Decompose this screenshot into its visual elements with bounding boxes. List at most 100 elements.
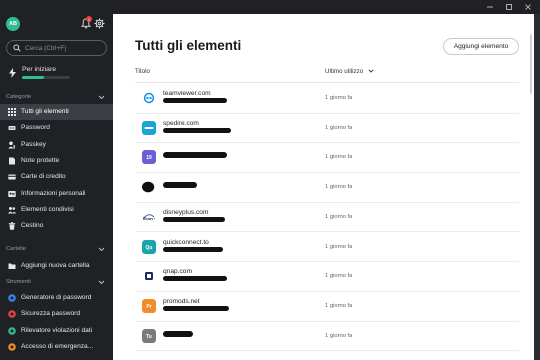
item-name: quickconnect.to xyxy=(163,238,209,246)
page-title: Tutti gli elementi xyxy=(135,38,242,53)
logo-text: Qu xyxy=(146,245,153,251)
redacted-username xyxy=(163,330,193,337)
credit-card-icon xyxy=(8,174,16,180)
note-icon xyxy=(9,157,15,165)
sidebar-item-label: Password xyxy=(21,124,50,132)
header-divider xyxy=(135,82,519,83)
item-last-used: 1 giorno fa xyxy=(325,273,353,280)
folder-add-icon xyxy=(8,263,16,269)
categories-header[interactable]: Categorie xyxy=(6,94,105,104)
tool-item-label: Sicurezza password xyxy=(21,310,81,318)
list-item[interactable]: Tu 1 giorno fa xyxy=(135,322,519,352)
item-logo xyxy=(142,120,156,135)
item-name: disneyplus.com xyxy=(163,208,209,216)
item-last-used: 1 giorno fa xyxy=(325,154,353,161)
folders-header-label: Cartelle xyxy=(6,246,26,252)
close-icon[interactable] xyxy=(524,3,532,11)
minimize-icon[interactable] xyxy=(486,3,494,11)
chevron-down-icon xyxy=(98,95,105,100)
sidebar-item-carte-di-credito[interactable]: Carte di credito xyxy=(0,169,113,185)
list-item[interactable]: 19 1 giorno fa xyxy=(135,143,519,174)
tools-header[interactable]: Strumenti xyxy=(6,279,105,289)
tool-item-sicurezza-password[interactable]: Sicurezza password xyxy=(0,306,113,322)
progress-fill xyxy=(22,76,44,79)
sidebar-item-elementi-condivisi[interactable]: Elementi condivisi xyxy=(0,202,113,218)
list-item[interactable]: Qu quickconnect.to 1 giorno fa xyxy=(135,233,519,263)
getting-started[interactable]: Per iniziare xyxy=(6,64,107,84)
gear-icon[interactable] xyxy=(94,18,105,29)
search-icon xyxy=(13,44,21,52)
tool-item-label: Accesso di emergenza... xyxy=(21,342,94,350)
item-last-used: 1 giorno fa xyxy=(325,302,353,309)
app-window: AB 1 Per iniziare Categorie Tut xyxy=(0,0,540,360)
sidebar-header: AB 1 xyxy=(6,14,107,34)
sidebar-item-tutti-gli-elementi[interactable]: Tutti gli elementi xyxy=(0,104,113,120)
list-item[interactable]: teamviewer.com 1 giorno fa xyxy=(135,84,519,114)
spedire-logo-icon xyxy=(142,120,156,135)
add-folder-button[interactable]: Aggiungi nuova cartella xyxy=(0,258,113,274)
column-title: Titolo xyxy=(135,68,150,75)
list-item[interactable]: spedire.com 1 giorno fa xyxy=(135,114,519,144)
disney-logo-icon: Disney+ xyxy=(142,209,156,224)
sort-dropdown[interactable]: Ultimo utilizzo xyxy=(325,68,374,75)
sidebar-item-note-protette[interactable]: Note protette xyxy=(0,153,113,169)
disney-logo-text: Disney+ xyxy=(143,217,155,221)
logo-text: Tu xyxy=(146,334,152,340)
add-item-button[interactable]: Aggiungi elemento xyxy=(443,38,519,55)
lightning-icon xyxy=(9,68,16,78)
item-last-used: 1 giorno fa xyxy=(325,213,353,220)
redacted-username xyxy=(163,216,225,222)
health-icon xyxy=(8,310,16,319)
password-icon xyxy=(8,126,16,131)
teamviewer-logo-icon xyxy=(142,91,156,105)
scrollbar[interactable] xyxy=(530,34,532,94)
sidebar-item-informazioni-personali[interactable]: Informazioni personali xyxy=(0,186,113,202)
chevron-down-icon xyxy=(98,280,105,285)
tools-header-label: Strumenti xyxy=(6,279,31,285)
tool-item-label: Rilevatore violazioni dati xyxy=(21,326,93,334)
chevron-down-icon xyxy=(368,69,374,73)
sidebar-item-passkey[interactable]: Passkey xyxy=(0,137,113,153)
getting-started-label: Per iniziare xyxy=(22,66,56,73)
sidebar-item-cestino[interactable]: Cestino xyxy=(0,218,113,234)
item-name: teamviewer.com xyxy=(163,90,211,97)
item-last-used: 1 giorno fa xyxy=(325,124,353,131)
maximize-icon[interactable] xyxy=(505,3,513,11)
item-name: spedire.com xyxy=(163,119,199,127)
redacted-username xyxy=(163,305,229,311)
list-item[interactable]: Disney+ disneyplus.com 1 giorno fa xyxy=(135,203,519,233)
main-panel: Tutti gli elementi Aggiungi elemento Tit… xyxy=(113,14,534,360)
letter-logo-icon: Pr xyxy=(142,298,156,313)
list-item[interactable]: Pr promods.net 1 giorno fa xyxy=(135,292,519,322)
sidebar-item-label: Note protette xyxy=(21,156,60,164)
sidebar-item-label: Cestino xyxy=(21,222,44,230)
avatar[interactable]: AB xyxy=(6,17,20,31)
item-last-used: 1 giorno fa xyxy=(325,95,353,101)
redacted-logo-icon xyxy=(142,181,155,193)
search-box[interactable] xyxy=(6,40,107,56)
redacted-username xyxy=(163,276,227,282)
tool-item-accesso-di-emergenza[interactable]: Accesso di emergenza... xyxy=(0,339,113,355)
tool-item-label: Generatore di password xyxy=(21,294,92,301)
item-logo: Tu xyxy=(142,328,156,343)
tool-item-rilevatore-violazioni-dati[interactable]: Rilevatore violazioni dati xyxy=(0,323,113,339)
logo-text: 19 xyxy=(146,155,152,161)
categories-header-label: Categorie xyxy=(6,94,32,100)
item-name: qnap.com xyxy=(163,268,192,276)
item-last-used: 1 giorno fa xyxy=(325,332,353,339)
search-input[interactable] xyxy=(25,43,103,54)
qnap-logo-icon xyxy=(142,269,156,284)
redacted-username xyxy=(163,246,223,252)
grid-icon xyxy=(8,108,16,116)
sidebar-item-password[interactable]: Password xyxy=(0,120,113,136)
tool-item-generatore-di-password[interactable]: Generatore di password xyxy=(0,290,113,306)
item-logo: Pr xyxy=(142,298,156,313)
title-bar xyxy=(113,0,540,14)
sidebar-item-label: Passkey xyxy=(21,140,46,148)
list-item[interactable]: 1 giorno fa xyxy=(135,173,519,203)
list-item[interactable]: qnap.com 1 giorno fa xyxy=(135,262,519,292)
redacted-username xyxy=(163,127,231,133)
folders-header[interactable]: Cartelle xyxy=(6,246,105,256)
letter-logo-icon: Tu xyxy=(142,328,156,343)
sidebar-item-label: Informazioni personali xyxy=(21,189,86,197)
